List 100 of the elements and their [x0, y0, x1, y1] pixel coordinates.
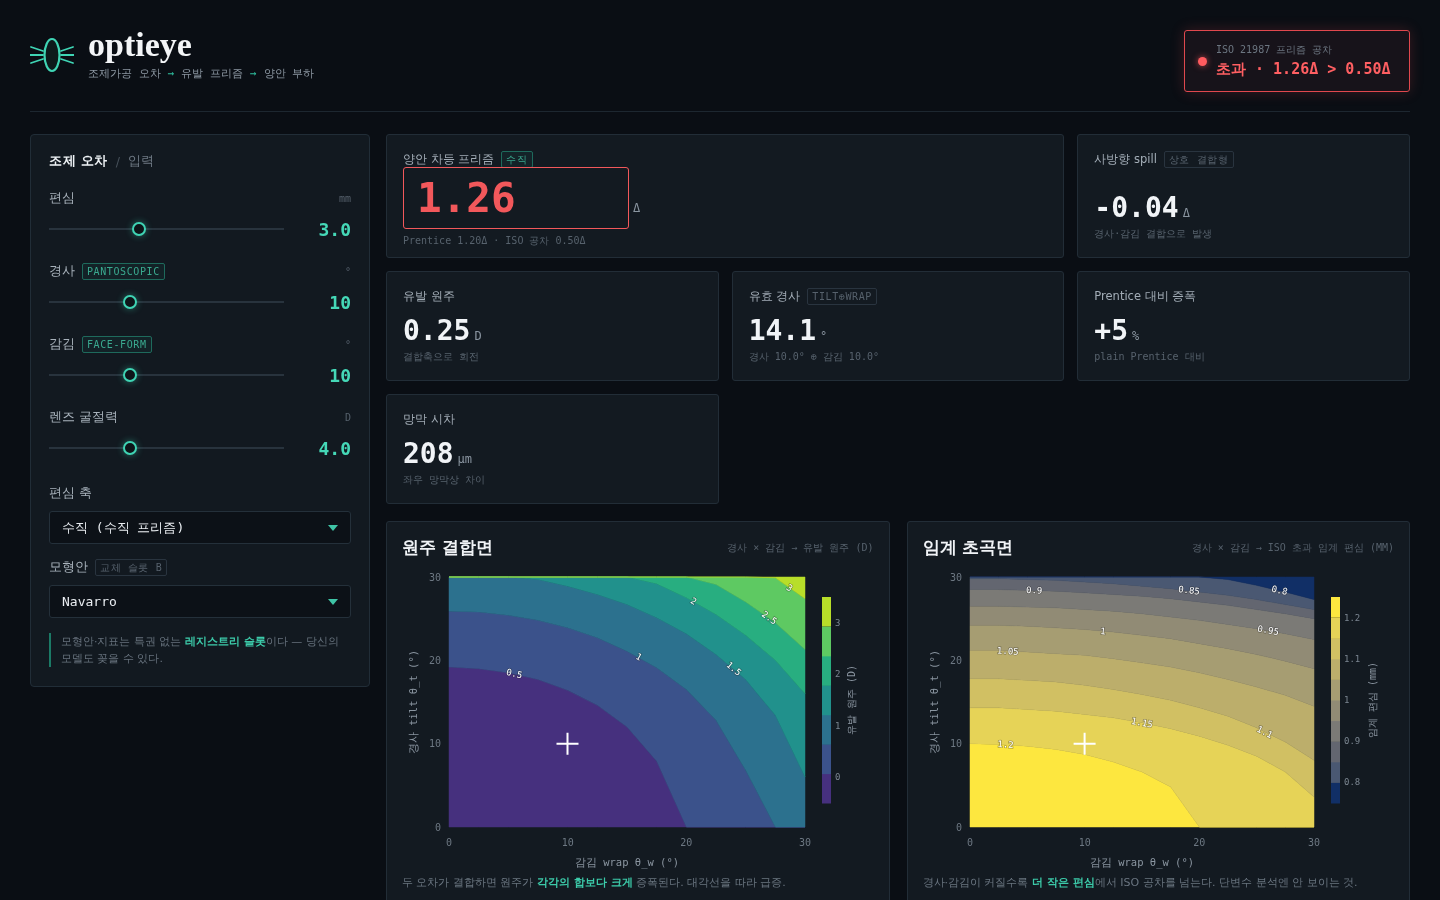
metric-value: 14.1	[748, 317, 817, 345]
axis-tick-label: 10	[561, 836, 574, 848]
axis-tick-label: 0	[955, 821, 962, 833]
colorbar-tick-label: 0.8	[1343, 777, 1360, 788]
metric-detail: plain Prentice 대비	[1094, 351, 1206, 363]
tag-label: 교체 슬롯 B	[95, 558, 168, 576]
unit-label: Δ	[1182, 206, 1190, 220]
contour-label: 1	[634, 651, 644, 663]
field-label: 모형안	[49, 558, 88, 576]
contour-label: 2	[688, 595, 699, 607]
axis-tick-label: 0	[434, 821, 441, 833]
slider-handle[interactable]	[131, 222, 146, 236]
metric-detail: Prentice 1.20Δ · ISO 공차 0.50Δ	[403, 235, 587, 247]
pipeline-arrow: →	[249, 66, 257, 82]
contour-label: 3	[784, 582, 795, 594]
axis-tick-label: 0	[966, 836, 973, 848]
alert-message: 초과 · 1.26Δ > 0.50Δ	[1216, 59, 1391, 79]
slider-handle[interactable]	[122, 441, 137, 455]
dropdown-select[interactable]: Navarro	[49, 585, 351, 618]
plus-marker-icon	[1072, 731, 1097, 756]
unit-label: mm	[338, 192, 351, 204]
axis-title: 감김 wrap θ_w (°)	[574, 856, 680, 868]
contour-label: 2.5	[759, 609, 779, 627]
tag-label: TILT⊕WRAP	[807, 287, 877, 305]
axis-title: 경사 tilt θ_t (°)	[927, 649, 940, 755]
slider-value: 3.0	[318, 218, 351, 240]
metric-detail: 경사·감김 결합으로 발생	[1094, 228, 1214, 240]
unit-label: %	[1132, 329, 1140, 343]
axis-tick-label: 30	[799, 836, 811, 848]
slider-value: 10	[329, 364, 351, 386]
metric-value: 1.26	[403, 167, 629, 229]
slider-value: 4.0	[318, 437, 351, 459]
metric-detail: 좌우 망막상 차이	[403, 474, 487, 486]
axis-tick-label: 10	[428, 738, 441, 750]
axis-tick-label: 10	[1078, 836, 1091, 848]
unit-label: D	[344, 411, 351, 423]
panel-title: 조제 오차	[49, 152, 108, 170]
lens-logo-icon	[30, 36, 74, 73]
unit-label: Δ	[633, 200, 641, 215]
caret-icon	[328, 598, 338, 605]
tag-label: 수직	[501, 150, 533, 168]
plus-marker-icon	[555, 731, 580, 756]
pipeline-step: 유발 프리즘	[181, 66, 243, 82]
axis-tick-label: 20	[1192, 836, 1205, 848]
chart-title: 원주 결합면	[402, 537, 493, 559]
slider-handle[interactable]	[122, 295, 137, 309]
metric-title: 유효 경사	[748, 288, 801, 304]
unit-label: °	[344, 265, 351, 277]
tag-label: PANTOSCOPIC	[82, 262, 165, 280]
metric-value: 0.25	[403, 317, 471, 345]
chart-caption: 경사·감김이 커질수록 더 작은 편심에서 ISO 공차를 넘는다. 단변수 분석엔 안 보이는 것.	[922, 875, 1359, 891]
axis-tick-label: 10	[949, 738, 962, 750]
colorbar-tick-label: 2	[835, 669, 841, 680]
info-note: 모형안·지표는 특권 없는 레지스트리 슬롯이다 — 당신의 모델도 꽂을 수 있다.	[49, 633, 351, 667]
colorbar-title: 임계 편심 (mm)	[1366, 661, 1377, 739]
app-title: optieye	[88, 27, 193, 63]
contour-label: 1.15	[1129, 715, 1154, 730]
metric-value: 208	[403, 440, 454, 468]
metric-detail: 결합축으로 회전	[403, 351, 481, 363]
contour-label: 0.85	[1177, 584, 1200, 597]
chart-subtitle: 경사 × 감김 → ISO 초과 임계 편심 (MM)	[1191, 541, 1394, 555]
chart-title: 임계 초곡면	[922, 537, 1014, 559]
metric-value: -0.04	[1094, 194, 1179, 222]
unit-label: °	[820, 329, 828, 343]
colorbar-tick-label: 0	[835, 772, 841, 783]
axis-title: 감김 wrap θ_w (°)	[1089, 856, 1194, 868]
slider-label: 렌즈 굴절력	[49, 408, 118, 426]
caret-icon	[328, 524, 338, 531]
panel-subtitle: 입력	[128, 152, 155, 170]
axis-tick-label: 20	[680, 836, 693, 848]
contour-label: 1	[1099, 625, 1106, 637]
slider-label: 경사	[49, 262, 75, 280]
pipeline-step: 조제가공 오차	[88, 66, 161, 82]
axis-title: 경사 tilt θ_t (°)	[407, 649, 419, 755]
colorbar-tick-label: 3	[835, 617, 841, 628]
metric-detail: 경사 10.0° ⊕ 감김 10.0°	[748, 351, 880, 363]
chart-subtitle: 경사 × 감김 → 유발 원주 (D)	[727, 541, 874, 555]
contour-label: 1.05	[996, 645, 1019, 657]
slider-handle[interactable]	[122, 368, 137, 382]
metric-title: Prentice 대비 증폭	[1094, 288, 1197, 304]
pipeline-step: 양안 부하	[263, 66, 315, 82]
contour-label: 0.5	[505, 667, 524, 681]
axis-tick-label: 20	[949, 654, 962, 666]
metric-value: +5	[1094, 317, 1129, 345]
contour-label: 1.5	[724, 659, 744, 678]
colorbar-title: 유발 원주 (D)	[845, 664, 857, 736]
contour-label: 0.95	[1256, 623, 1280, 638]
slider-value: 10	[329, 291, 351, 313]
contour-label: 0.8	[1270, 583, 1289, 598]
colorbar-tick-label: 1.1	[1343, 653, 1360, 664]
axis-tick-label: 30	[428, 571, 441, 583]
dropdown-select[interactable]: 수직 (수직 프리즘)	[49, 511, 351, 544]
colorbar-tick-label: 1.2	[1343, 612, 1360, 623]
metric-title: 사방향 spill	[1094, 151, 1157, 167]
metric-title: 양안 차등 프리즘	[403, 151, 495, 167]
unit-label: μm	[457, 452, 473, 466]
panel-separator: /	[115, 153, 121, 169]
axis-tick-label: 30	[949, 571, 962, 583]
axis-tick-label: 20	[428, 654, 441, 666]
chart-caption: 두 오차가 결합하면 원주가 각각의 합보다 크게 증폭된다. 대각선을 따라 급증.	[402, 875, 787, 891]
